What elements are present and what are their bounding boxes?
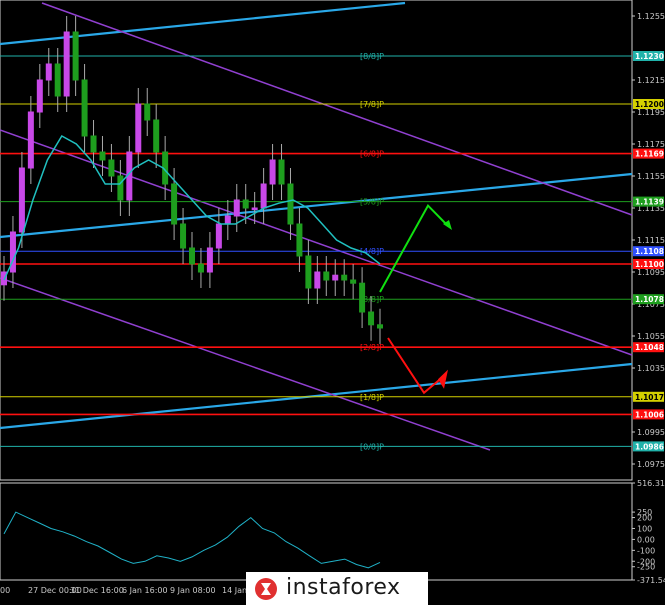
price-axis-label: 1.1095 — [637, 268, 665, 277]
price-axis-label: 1.1195 — [637, 108, 665, 117]
candle-body — [251, 207, 258, 210]
chart-window: 1.1255 1.1215 1.1195 1.1175 1.1155 1.1135 1.11… — [0, 0, 665, 605]
candle-body — [269, 159, 276, 185]
candle-body — [180, 223, 187, 249]
candle-body — [260, 183, 267, 209]
candle-body — [45, 63, 52, 81]
candle-body — [296, 223, 303, 257]
indicator-axis-label: -250 — [637, 563, 655, 572]
indicator-axis-label: -371.5499 — [637, 576, 665, 585]
price-tag: 1.1200 — [635, 100, 664, 109]
chart-canvas: 1.12551.12151.11951.11751.11551.11351.11… — [0, 0, 665, 595]
candle-body — [189, 247, 195, 265]
instaforex-logo-icon — [255, 578, 277, 600]
candle-body — [368, 311, 375, 326]
price-tag: 1.1169 — [635, 150, 664, 159]
price-tag: 1.1230 — [635, 52, 664, 61]
time-axis-label: 14 Jan — [222, 586, 247, 595]
price-tag: 1.1108 — [635, 247, 664, 256]
murrey-level-label: [1/8]P — [360, 393, 384, 402]
price-axis-label: 1.1035 — [637, 364, 665, 373]
watermark-text: instaforex — [286, 575, 401, 600]
candle-body — [341, 274, 348, 281]
price-axis-label: 1.1115 — [637, 236, 665, 245]
candle-body — [171, 183, 178, 225]
price-axis-label: 1.1175 — [637, 140, 665, 149]
candle-body — [18, 167, 25, 233]
candle-body — [135, 103, 142, 153]
candle-body — [287, 183, 294, 225]
candle-body — [117, 175, 124, 201]
candle-body — [9, 231, 16, 273]
indicator-axis-label: 100 — [637, 524, 652, 533]
watermark-logo: instaforex — [246, 572, 428, 605]
price-tag: 1.1078 — [635, 295, 664, 304]
candle-body — [278, 159, 285, 185]
candle-body — [377, 324, 383, 329]
indicator-panel-frame — [0, 482, 633, 581]
candle-body — [350, 279, 357, 284]
indicator-axis-label: -100 — [637, 546, 655, 555]
price-tag: 1.1100 — [635, 260, 664, 269]
candle-body — [224, 215, 231, 225]
price-axis-label: 1.1055 — [637, 332, 665, 341]
candle-body — [314, 271, 321, 289]
murrey-level-label: [0/8]P — [360, 442, 384, 451]
indicator-axis-label: 200 — [637, 514, 652, 523]
price-axis-label: 1.0975 — [637, 460, 665, 469]
murrey-level-label: [6/8]P — [360, 150, 384, 159]
indicator-axis-label: 516.3192 — [637, 479, 665, 488]
candle-body — [108, 159, 115, 177]
price-axis-label: 1.1155 — [637, 172, 665, 181]
time-axis-label: 00 — [0, 586, 10, 595]
candle-body — [153, 119, 160, 153]
candle-body — [233, 199, 240, 217]
time-axis-label: 9 Jan 08:00 — [170, 586, 216, 595]
candle-body — [197, 263, 204, 273]
candle-body — [90, 135, 97, 153]
time-axis-label: 6 Jan 16:00 — [122, 586, 168, 595]
candle-body — [144, 103, 151, 121]
candle-body — [242, 199, 249, 209]
time-axis-label: 31 Dec 16:00 — [70, 586, 124, 595]
murrey-level-label: [7/8]P — [360, 100, 384, 109]
candle-body — [323, 271, 330, 281]
murrey-level-label: [2/8]P — [360, 343, 384, 352]
candle-body — [305, 255, 312, 289]
candle-body — [332, 274, 339, 281]
candle-body — [72, 31, 79, 81]
candle-body — [99, 151, 106, 161]
candle-body — [359, 282, 366, 313]
price-tag: 1.1048 — [635, 343, 664, 352]
price-tag: 1.0986 — [635, 442, 664, 451]
murrey-level-label: [5/8]P — [360, 198, 384, 207]
candle-body — [206, 247, 213, 273]
murrey-level-label: [8/8]P — [360, 52, 384, 61]
candle-body — [36, 79, 43, 113]
price-axis-label: 1.1255 — [637, 12, 665, 21]
candle-body — [215, 223, 222, 249]
candle-body — [54, 63, 61, 97]
price-tag: 1.1139 — [635, 198, 664, 207]
price-axis-label: 1.1215 — [637, 76, 665, 85]
candle-body — [63, 31, 70, 97]
candle-body — [81, 79, 88, 137]
candle-body — [27, 111, 34, 169]
price-tag: 1.1006 — [635, 410, 664, 419]
price-panel-frame — [0, 0, 633, 481]
price-tag: 1.1017 — [635, 393, 664, 402]
indicator-axis-label: 0.00 — [637, 535, 655, 544]
price-axis-label: 1.0995 — [637, 428, 665, 437]
